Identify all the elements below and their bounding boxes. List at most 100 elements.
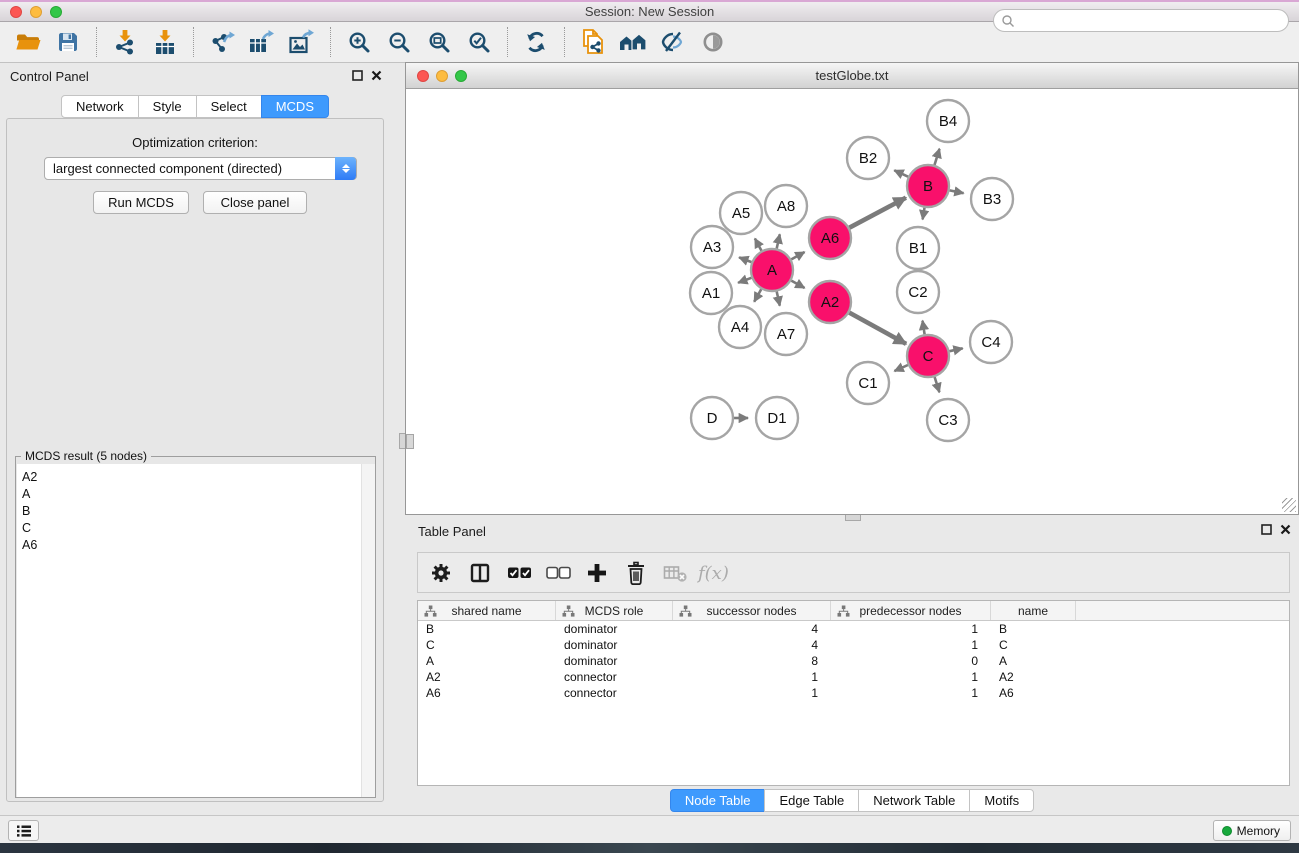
node-A4[interactable]: A4 — [719, 306, 761, 348]
edge-A6-B[interactable] — [849, 198, 906, 228]
deselect-all-button[interactable] — [545, 559, 571, 587]
select-all-button[interactable] — [506, 559, 532, 587]
column-header-predecessor-nodes[interactable]: predecessor nodes — [831, 601, 991, 620]
import-table-button[interactable] — [145, 26, 185, 58]
node-B3[interactable]: B3 — [971, 178, 1013, 220]
export-table-button[interactable] — [242, 26, 282, 58]
node-C2[interactable]: C2 — [897, 271, 939, 313]
eye-button[interactable] — [693, 26, 733, 58]
edge-C-C3[interactable] — [935, 377, 940, 392]
node-A1[interactable]: A1 — [690, 272, 732, 314]
node-C[interactable]: C — [907, 335, 949, 377]
tab-select[interactable]: Select — [196, 95, 262, 118]
column-header-successor-nodes[interactable]: successor nodes — [673, 601, 831, 620]
edge-A2-C[interactable] — [849, 313, 906, 344]
edge-A-A1[interactable] — [738, 278, 751, 283]
tab-mcds[interactable]: MCDS — [261, 95, 329, 118]
node-A5[interactable]: A5 — [720, 192, 762, 234]
refresh-layout-button[interactable] — [516, 26, 556, 58]
mcds-result-item[interactable]: B — [17, 503, 375, 520]
delete-row-button[interactable] — [623, 559, 649, 587]
float-panel-icon[interactable] — [352, 70, 363, 81]
edge-A-A4[interactable] — [754, 289, 761, 302]
run-mcds-button[interactable]: Run MCDS — [93, 191, 189, 214]
edge-C-C4[interactable] — [950, 348, 963, 351]
edge-B-B4[interactable] — [935, 149, 940, 165]
edge-B-B3[interactable] — [950, 190, 964, 193]
node-C4[interactable]: C4 — [970, 321, 1012, 363]
node-C1[interactable]: C1 — [847, 362, 889, 404]
import-network-button[interactable] — [105, 26, 145, 58]
zoom-selected-button[interactable] — [459, 26, 499, 58]
edge-A-A2[interactable] — [791, 281, 804, 288]
node-B4[interactable]: B4 — [927, 100, 969, 142]
table-row[interactable]: A2connector11A2 — [418, 669, 1289, 685]
window-minimize-button[interactable] — [30, 6, 42, 18]
function-builder-button[interactable]: f(x) — [701, 559, 727, 587]
mcds-result-item[interactable]: A — [17, 486, 375, 503]
table-row[interactable]: Cdominator41C — [418, 637, 1289, 653]
save-session-button[interactable] — [48, 26, 88, 58]
network-from-document-button[interactable] — [573, 26, 613, 58]
tab-network[interactable]: Network — [61, 95, 139, 118]
table-row[interactable]: A6connector11A6 — [418, 685, 1289, 701]
close-panel-icon[interactable] — [371, 70, 382, 81]
mcds-result-item[interactable]: A2 — [17, 464, 375, 486]
node-A7[interactable]: A7 — [765, 313, 807, 355]
table-row[interactable]: Bdominator41B — [418, 621, 1289, 637]
node-A6[interactable]: A6 — [809, 217, 851, 259]
network-close-button[interactable] — [417, 70, 429, 82]
close-panel-button[interactable]: Close panel — [203, 191, 307, 214]
tab-network-table[interactable]: Network Table — [858, 789, 970, 812]
table-mode-button[interactable] — [8, 820, 39, 841]
column-header-name[interactable]: name — [991, 601, 1076, 620]
edge-C-C2[interactable] — [923, 321, 925, 335]
edge-B-B1[interactable] — [923, 208, 925, 220]
add-row-button[interactable] — [584, 559, 610, 587]
zoom-out-button[interactable] — [379, 26, 419, 58]
node-D1[interactable]: D1 — [756, 397, 798, 439]
tab-style[interactable]: Style — [138, 95, 197, 118]
window-close-button[interactable] — [10, 6, 22, 18]
node-A3[interactable]: A3 — [691, 226, 733, 268]
zoom-fit-button[interactable] — [419, 26, 459, 58]
open-session-button[interactable] — [8, 26, 48, 58]
network-zoom-button[interactable] — [455, 70, 467, 82]
tab-node-table[interactable]: Node Table — [670, 789, 766, 812]
column-header-MCDS-role[interactable]: MCDS role — [556, 601, 673, 620]
edge-A-A6[interactable] — [791, 252, 804, 259]
result-scrollbar[interactable] — [361, 464, 375, 797]
export-image-button[interactable] — [282, 26, 322, 58]
edge-A-A3[interactable] — [739, 257, 751, 262]
settings-button[interactable] — [428, 559, 454, 587]
column-header-shared-name[interactable]: shared name — [418, 601, 556, 620]
memory-button[interactable]: Memory — [1213, 820, 1291, 841]
table-row[interactable]: Adominator80A — [418, 653, 1289, 669]
close-table-panel-icon[interactable] — [1280, 524, 1291, 535]
search-field[interactable] — [993, 9, 1289, 32]
node-A2[interactable]: A2 — [809, 281, 851, 323]
mcds-result-item[interactable]: A6 — [17, 537, 375, 554]
node-A8[interactable]: A8 — [765, 185, 807, 227]
node-B2[interactable]: B2 — [847, 137, 889, 179]
mcds-result-item[interactable]: C — [17, 520, 375, 537]
columns-button[interactable] — [467, 559, 493, 587]
node-C3[interactable]: C3 — [927, 399, 969, 441]
node-A[interactable]: A — [751, 249, 793, 291]
window-resize-grip[interactable] — [1282, 498, 1296, 512]
graphics-details-button[interactable] — [653, 26, 693, 58]
edge-B-B2[interactable] — [894, 170, 908, 176]
first-neighbors-button[interactable] — [613, 26, 653, 58]
delete-column-button[interactable] — [662, 559, 688, 587]
criterion-dropdown[interactable]: largest connected component (directed) — [44, 157, 357, 180]
edge-A-A5[interactable] — [755, 239, 762, 251]
network-minimize-button[interactable] — [436, 70, 448, 82]
export-network-button[interactable] — [202, 26, 242, 58]
tab-edge-table[interactable]: Edge Table — [764, 789, 859, 812]
window-zoom-button[interactable] — [50, 6, 62, 18]
edge-A-A7[interactable] — [777, 292, 780, 306]
node-D[interactable]: D — [691, 397, 733, 439]
edge-A-A8[interactable] — [777, 234, 780, 248]
canvas-scroll-nub[interactable] — [406, 434, 414, 449]
tab-motifs[interactable]: Motifs — [969, 789, 1034, 812]
